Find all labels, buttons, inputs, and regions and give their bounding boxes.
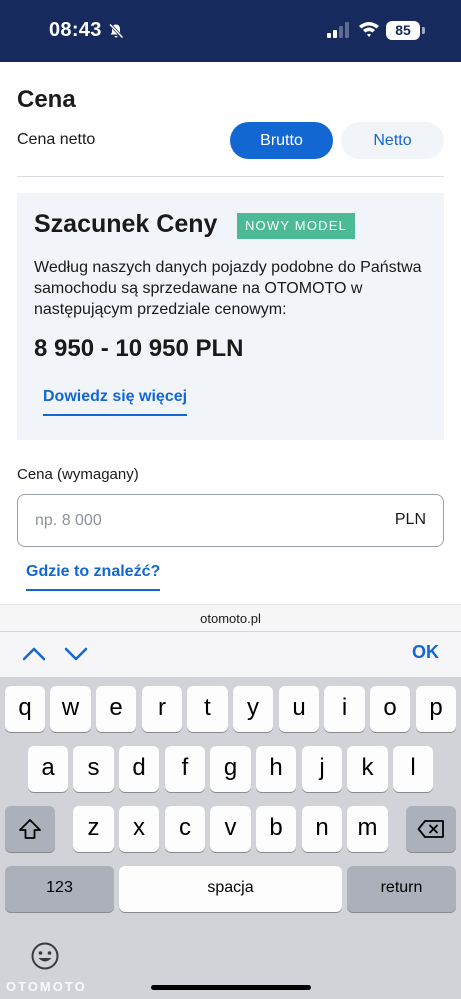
wifi-icon bbox=[359, 22, 379, 37]
key-l[interactable]: l bbox=[393, 746, 433, 792]
key-h[interactable]: h bbox=[256, 746, 296, 792]
chevron-down-icon[interactable] bbox=[64, 644, 88, 664]
battery-level: 85 bbox=[386, 21, 420, 40]
space-key[interactable]: spacja bbox=[119, 866, 342, 912]
key-i[interactable]: i bbox=[324, 686, 365, 732]
price-input[interactable] bbox=[35, 509, 365, 533]
chevron-up-icon[interactable] bbox=[22, 644, 46, 664]
toggle-net-button[interactable]: Netto bbox=[341, 122, 444, 159]
key-v[interactable]: v bbox=[210, 806, 251, 852]
key-p[interactable]: p bbox=[416, 686, 456, 732]
section-title: Cena bbox=[17, 86, 76, 113]
key-s[interactable]: s bbox=[73, 746, 114, 792]
key-q[interactable]: q bbox=[5, 686, 45, 732]
divider bbox=[17, 176, 444, 177]
key-a[interactable]: a bbox=[28, 746, 68, 792]
battery-tip bbox=[422, 27, 425, 34]
url-bar[interactable]: otomoto.pl bbox=[0, 604, 461, 631]
key-t[interactable]: t bbox=[187, 686, 228, 732]
status-time: 08:43 bbox=[49, 19, 102, 41]
learn-more-link[interactable]: Dowiedz się więcej bbox=[43, 388, 188, 416]
otomoto-watermark: OTOMOTO bbox=[6, 979, 87, 994]
key-m[interactable]: m bbox=[347, 806, 388, 852]
price-field[interactable]: PLN bbox=[17, 494, 444, 547]
backspace-icon bbox=[417, 820, 444, 838]
price-estimate-card: Szacunek Ceny NOWY MODEL Według naszych … bbox=[17, 193, 444, 440]
key-n[interactable]: n bbox=[302, 806, 342, 852]
shift-key[interactable] bbox=[5, 806, 55, 852]
key-e[interactable]: e bbox=[96, 686, 136, 732]
keyboard-accessory-bar: OK bbox=[0, 631, 461, 677]
status-bar: 08:43 85 bbox=[0, 0, 461, 62]
key-c[interactable]: c bbox=[165, 806, 205, 852]
keyboard: q w e r t y u i o p a s d f g h j k l z … bbox=[0, 677, 461, 999]
key-z[interactable]: z bbox=[73, 806, 114, 852]
estimate-description: Według naszych danych pojazdy podobne do… bbox=[34, 259, 422, 318]
key-x[interactable]: x bbox=[119, 806, 159, 852]
shift-icon bbox=[19, 819, 41, 839]
key-r[interactable]: r bbox=[142, 686, 182, 732]
emoji-icon[interactable] bbox=[30, 941, 60, 971]
key-f[interactable]: f bbox=[165, 746, 205, 792]
delete-key[interactable] bbox=[406, 806, 456, 852]
return-key[interactable]: return bbox=[347, 866, 456, 912]
home-indicator bbox=[151, 985, 311, 990]
key-u[interactable]: u bbox=[279, 686, 319, 732]
price-field-label: Cena (wymagany) bbox=[17, 466, 139, 483]
new-model-badge: NOWY MODEL bbox=[237, 213, 355, 239]
toggle-gross-button[interactable]: Brutto bbox=[230, 122, 333, 159]
key-b[interactable]: b bbox=[256, 806, 296, 852]
estimate-price-range: 8 950 - 10 950 PLN bbox=[34, 335, 244, 362]
key-o[interactable]: o bbox=[370, 686, 410, 732]
currency-suffix: PLN bbox=[394, 511, 426, 528]
key-y[interactable]: y bbox=[233, 686, 273, 732]
numbers-key[interactable]: 123 bbox=[5, 866, 114, 912]
cellular-signal-icon bbox=[327, 22, 349, 38]
ok-button[interactable]: OK bbox=[412, 642, 439, 663]
where-to-find-link[interactable]: Gdzie to znaleźć? bbox=[26, 563, 161, 591]
key-k[interactable]: k bbox=[347, 746, 388, 792]
bell-muted-icon bbox=[108, 23, 124, 39]
estimate-title: Szacunek Ceny bbox=[34, 210, 218, 238]
price-type-label: Cena netto bbox=[17, 131, 96, 148]
key-g[interactable]: g bbox=[210, 746, 251, 792]
key-j[interactable]: j bbox=[302, 746, 342, 792]
key-w[interactable]: w bbox=[50, 686, 91, 732]
key-d[interactable]: d bbox=[119, 746, 159, 792]
